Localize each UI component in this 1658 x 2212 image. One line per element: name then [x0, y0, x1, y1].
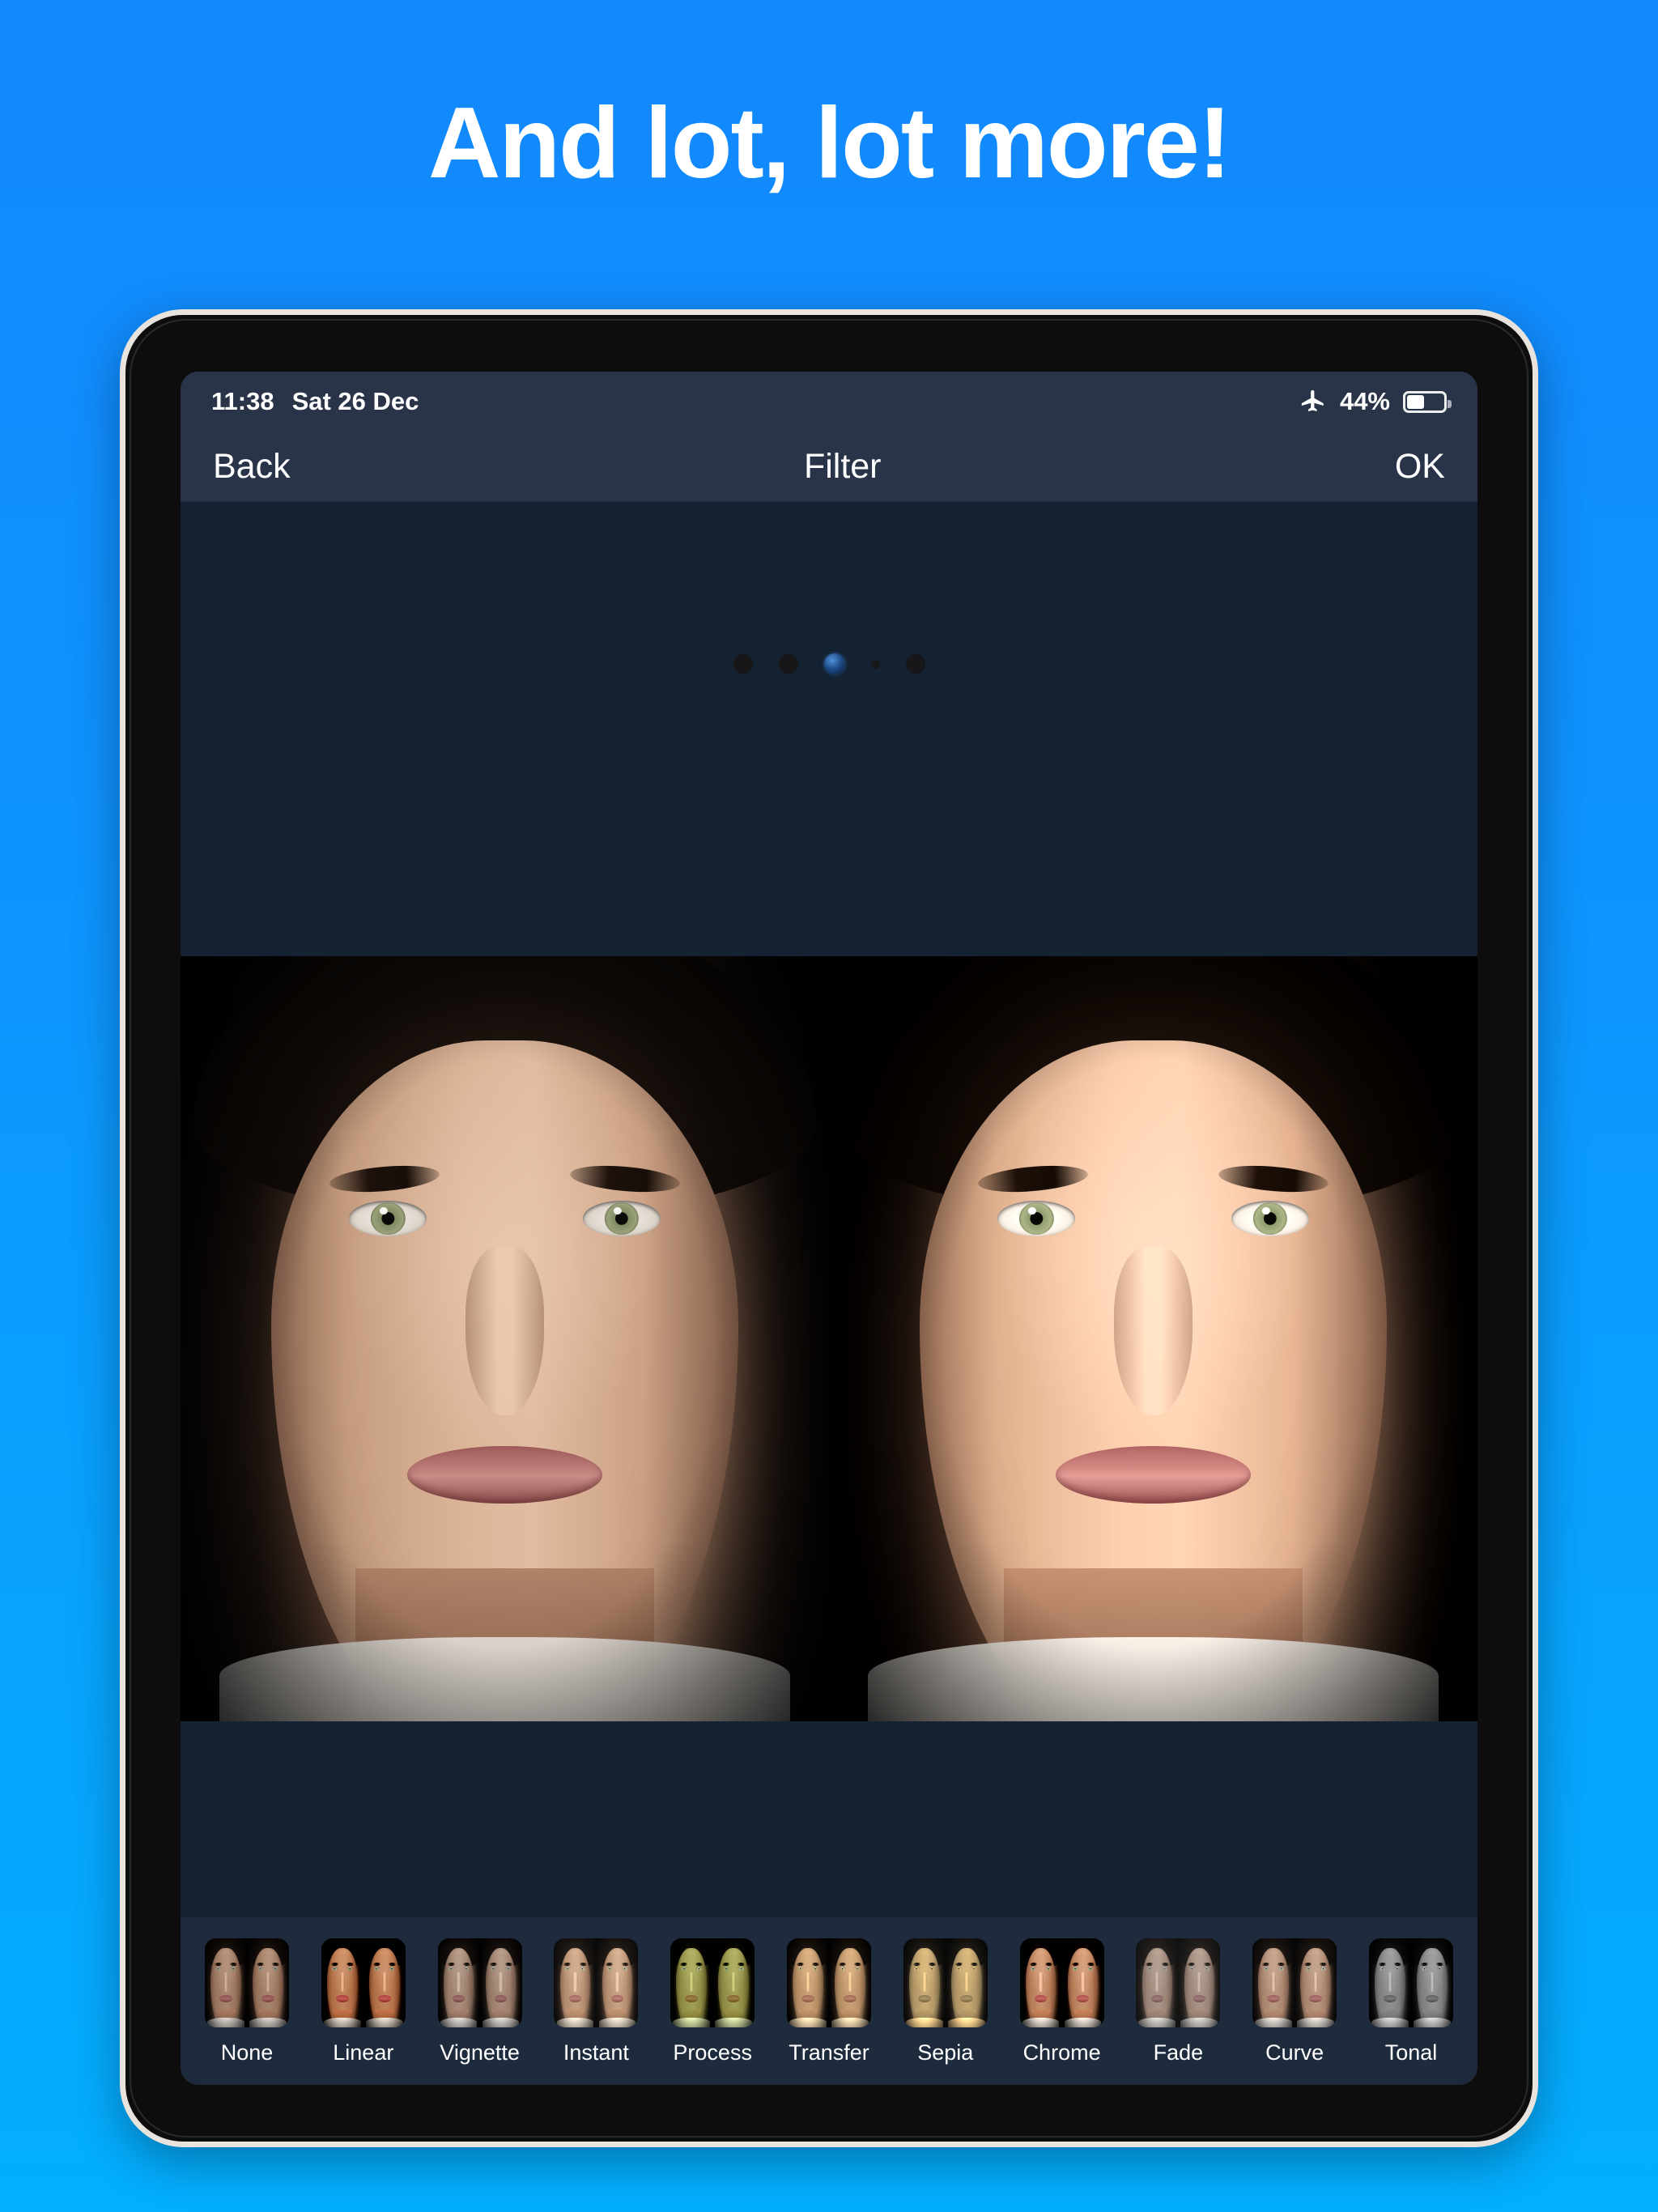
filter-item-linear[interactable]: Linear: [321, 1938, 406, 2065]
filter-thumbnail[interactable]: [1252, 1938, 1337, 2027]
filter-thumbnail[interactable]: [1368, 1938, 1453, 2027]
before-after-preview[interactable]: [181, 956, 1477, 1721]
device-body: 11:38 Sat 26 Dec 44% Back Filter OK None…: [120, 309, 1538, 2147]
page-title: And lot, lot more!: [427, 87, 1231, 199]
filter-strip[interactable]: None Linear Vignette Instant Process Tra…: [181, 1917, 1477, 2085]
filter-label: Process: [673, 2040, 752, 2065]
filter-label: Transfer: [789, 2040, 869, 2065]
status-bar-time: 11:38: [211, 387, 274, 415]
filter-item-fade[interactable]: Fade: [1136, 1938, 1221, 2065]
airplane-icon: [1301, 389, 1324, 412]
filter-thumbnail[interactable]: [321, 1938, 406, 2027]
filter-item-curve[interactable]: Curve: [1252, 1938, 1337, 2065]
app-screen: 11:38 Sat 26 Dec 44% Back Filter OK None…: [181, 372, 1477, 2085]
preview-canvas[interactable]: [181, 503, 1477, 1917]
preview-before-image[interactable]: [181, 956, 829, 1721]
filter-item-sepia[interactable]: Sepia: [903, 1938, 988, 2065]
filter-label: Tonal: [1384, 2040, 1438, 2065]
battery-icon: [1403, 390, 1452, 413]
filter-label: Chrome: [1022, 2040, 1101, 2065]
filter-item-vignette[interactable]: Vignette: [437, 1938, 522, 2065]
filter-thumbnail[interactable]: [1136, 1938, 1221, 2027]
filter-thumbnail[interactable]: [1019, 1938, 1104, 2027]
battery-percent-label: 44%: [1339, 387, 1390, 415]
filter-thumbnail[interactable]: [437, 1938, 522, 2027]
filter-label: Linear: [333, 2040, 394, 2065]
filter-label: Vignette: [440, 2040, 520, 2065]
filter-thumbnail[interactable]: [786, 1938, 871, 2027]
filter-item-instant[interactable]: Instant: [554, 1938, 639, 2065]
filter-thumbnail[interactable]: [554, 1938, 639, 2027]
filter-thumbnail[interactable]: [205, 1938, 289, 2027]
back-button[interactable]: Back: [213, 447, 291, 487]
status-bar-right: 44%: [1299, 387, 1452, 416]
filter-label: Fade: [1153, 2040, 1204, 2065]
filter-item-tonal[interactable]: Tonal: [1368, 1938, 1453, 2065]
filter-label: None: [220, 2040, 274, 2065]
filter-thumbnail[interactable]: [670, 1938, 755, 2027]
filter-item-none[interactable]: None: [205, 1938, 289, 2065]
filter-item-process[interactable]: Process: [670, 1938, 755, 2065]
filter-item-chrome[interactable]: Chrome: [1019, 1938, 1104, 2065]
tablet-device: 11:38 Sat 26 Dec 44% Back Filter OK None…: [120, 309, 1538, 2147]
filter-thumbnail[interactable]: [903, 1938, 988, 2027]
preview-after-image[interactable]: [829, 956, 1477, 1721]
ok-button[interactable]: OK: [1395, 447, 1445, 487]
navigation-bar: Back Filter OK: [181, 432, 1477, 503]
screen-title: Filter: [803, 446, 882, 486]
filter-item-transfer[interactable]: Transfer: [786, 1938, 871, 2065]
status-bar: 11:38 Sat 26 Dec 44%: [181, 372, 1477, 432]
status-bar-left: 11:38 Sat 26 Dec: [211, 387, 419, 416]
status-bar-date: Sat 26 Dec: [291, 387, 419, 415]
filter-label: Sepia: [917, 2040, 974, 2065]
filter-label: Curve: [1265, 2040, 1324, 2065]
filter-label: Instant: [563, 2040, 629, 2065]
battery-fill: [1407, 394, 1425, 409]
